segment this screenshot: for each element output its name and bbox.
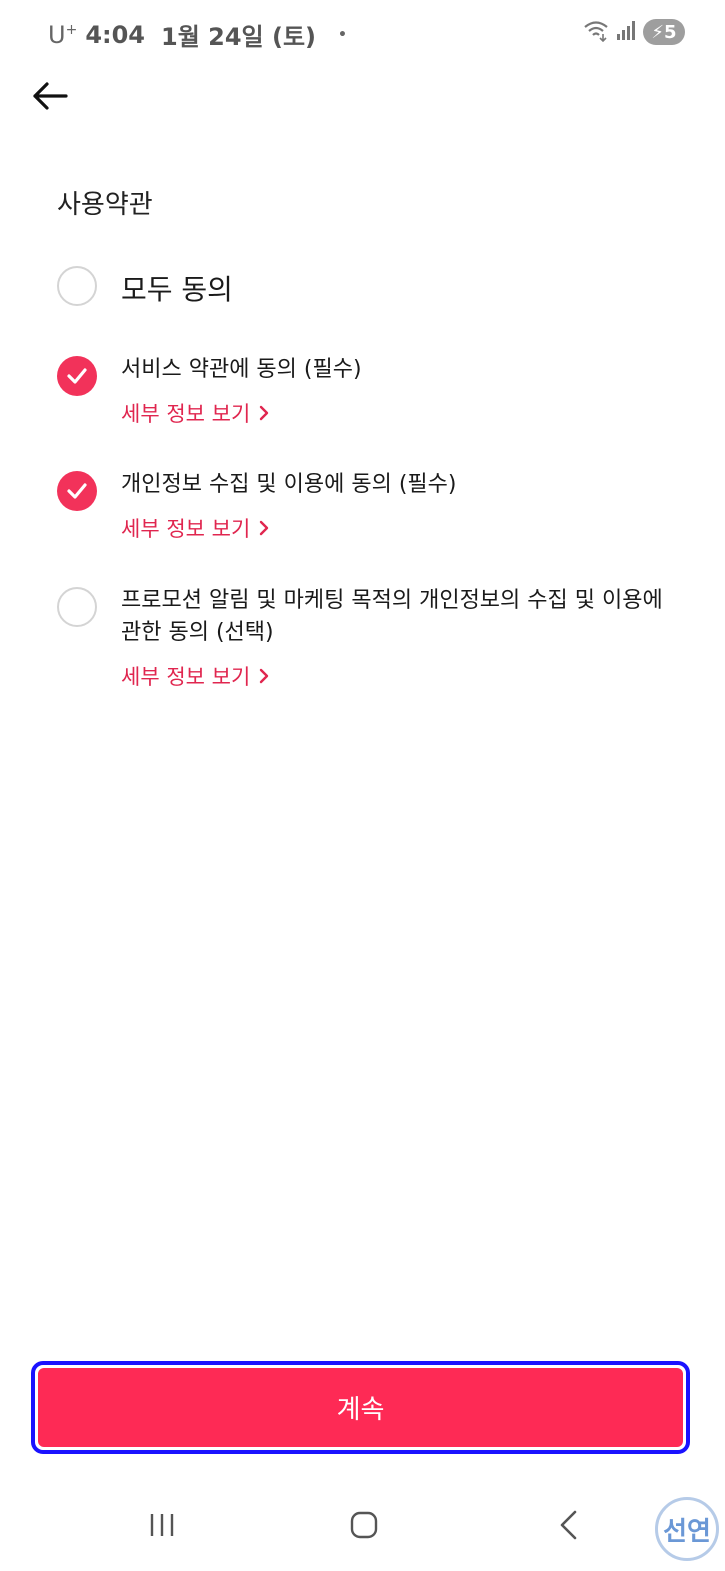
agree-all-label: 모두 동의 <box>121 273 233 306</box>
status-time: 4:04 <box>85 20 146 49</box>
term-service-detail-link[interactable]: 세부 정보 보기 <box>121 398 270 428</box>
detail-link-label: 세부 정보 보기 <box>121 402 251 426</box>
arrow-left-icon <box>33 82 68 110</box>
page-title: 사용약관 <box>57 190 153 220</box>
system-nav-bar <box>0 1490 725 1560</box>
term-marketing-detail-link[interactable]: 세부 정보 보기 <box>121 661 270 691</box>
continue-button[interactable]: 계속 <box>38 1368 683 1447</box>
agree-all-checkbox[interactable] <box>57 266 97 306</box>
carrier-label: U+ <box>48 20 78 49</box>
term-marketing-label: 프로모션 알림 및 마케팅 목적의 개인정보의 수집 및 이용에 관한 동의 (… <box>121 588 663 645</box>
home-button[interactable] <box>334 1500 394 1550</box>
battery-icon: ⚡ 5 <box>643 19 685 45</box>
back-button[interactable] <box>26 74 74 118</box>
term-row-marketing: 프로모션 알림 및 마케팅 목적의 개인정보의 수집 및 이용에 관한 동의 (… <box>0 587 725 697</box>
system-back-button[interactable] <box>538 1500 598 1550</box>
term-privacy-checkbox[interactable] <box>57 471 97 511</box>
term-row-privacy: 개인정보 수집 및 이용에 동의 (필수) 세부 정보 보기 <box>0 471 725 541</box>
status-right: ⚡ 5 <box>583 18 685 46</box>
detail-link-label: 세부 정보 보기 <box>121 665 251 689</box>
recent-apps-button[interactable] <box>132 1500 192 1550</box>
check-icon <box>67 483 87 499</box>
chevron-right-icon <box>260 668 269 684</box>
term-row-service: 서비스 약관에 동의 (필수) 세부 정보 보기 <box>0 356 725 426</box>
status-bar: U+ 4:04 1월 24일 (토) • ⚡ 5 <box>0 0 725 66</box>
check-icon <box>67 368 87 384</box>
continue-button-highlight: 계속 <box>31 1361 690 1454</box>
detail-link-label: 세부 정보 보기 <box>121 517 251 541</box>
home-icon <box>350 1511 378 1539</box>
recent-apps-icon <box>150 1514 174 1536</box>
wifi-icon <box>583 18 609 46</box>
agree-all-row[interactable]: 모두 동의 <box>0 266 725 306</box>
term-privacy-label: 개인정보 수집 및 이용에 동의 (필수) <box>121 472 457 497</box>
notification-dot: • <box>338 26 347 43</box>
term-marketing-checkbox[interactable] <box>57 587 97 627</box>
signal-icon <box>615 19 637 45</box>
status-left: U+ 4:04 1월 24일 (토) • <box>48 17 347 52</box>
watermark-badge: 선연 <box>655 1497 719 1561</box>
chevron-right-icon <box>260 405 269 421</box>
term-privacy-detail-link[interactable]: 세부 정보 보기 <box>121 513 270 543</box>
term-service-checkbox[interactable] <box>57 356 97 396</box>
chevron-right-icon <box>260 520 269 536</box>
back-chevron-icon <box>560 1510 577 1540</box>
status-date: 1월 24일 (토) <box>161 23 317 51</box>
term-service-label: 서비스 약관에 동의 (필수) <box>121 357 362 382</box>
